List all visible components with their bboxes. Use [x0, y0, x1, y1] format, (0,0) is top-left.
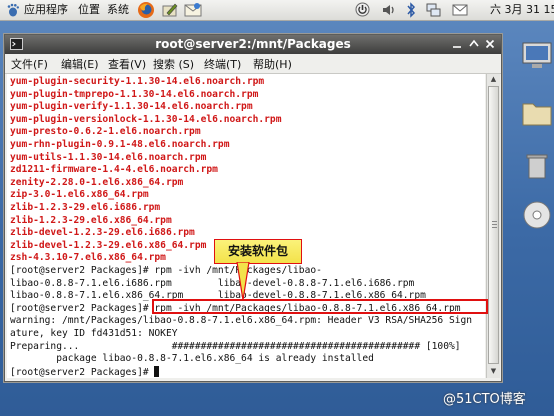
terminal-line: yum-plugin-versionlock-1.1.30-14.el6.noa… — [10, 113, 282, 125]
terminal-line: zenity-2.28.0-1.el6.x86_64.rpm — [10, 176, 184, 188]
desktop-folder-icon[interactable] — [520, 98, 554, 132]
desktop-disc-icon[interactable] — [520, 198, 554, 236]
terminal-line: [root@server2 Packages]# rpm -ivh /mnt/P… — [10, 265, 322, 276]
terminal-cursor — [154, 365, 160, 377]
foot-icon[interactable] — [6, 3, 20, 20]
terminal-line: warning: /mnt/Packages/libao-0.8.8-7.1.e… — [10, 315, 473, 327]
menu-view[interactable]: 查看(V) — [108, 56, 146, 72]
top-panel: 应用程序 位置 系统 六 3月 31 15 — [0, 0, 554, 21]
terminal-line: yum-plugin-security-1.1.30-14.el6.noarch… — [10, 76, 265, 87]
terminal-window: root@server2:/mnt/Packages 文件(F) 编辑(E) 查… — [4, 34, 502, 382]
terminal-line: yum-presto-0.6.2-1.el6.noarch.rpm — [10, 126, 201, 138]
terminal-line: package libao-0.8.8-7.1.el6.x86_64 is al… — [10, 353, 374, 365]
maximize-icon[interactable] — [468, 38, 480, 50]
window-titlebar[interactable]: root@server2:/mnt/Packages — [5, 35, 501, 54]
panel-menu-applications[interactable]: 应用程序 — [24, 0, 68, 20]
terminal-line: zip-3.0-1.el6.x86_64.rpm — [10, 189, 149, 201]
panel-menu-places[interactable]: 位置 — [78, 0, 100, 20]
window-menubar: 文件(F) 编辑(E) 查看(V) 搜索 (S) 终端(T) 帮助(H) — [5, 54, 501, 74]
network-icon[interactable] — [425, 2, 441, 21]
terminal-line: yum-utils-1.1.30-14.el6.noarch.rpm — [10, 151, 207, 163]
window-title: root@server2:/mnt/Packages — [155, 37, 351, 51]
desktop-trash-icon[interactable] — [520, 150, 554, 184]
annotation-callout: 安装软件包 — [214, 239, 302, 264]
menu-edit[interactable]: 编辑(E) — [61, 56, 99, 72]
terminal-line: zd1211-firmware-1.4-4.el6.noarch.rpm — [10, 164, 218, 176]
command-highlight-box — [152, 299, 488, 314]
mail-icon[interactable] — [184, 2, 202, 21]
mail-tray-icon[interactable] — [452, 3, 468, 20]
close-icon[interactable] — [484, 38, 496, 50]
panel-clock[interactable]: 六 3月 31 15 — [490, 0, 554, 20]
menu-file[interactable]: 文件(F) — [11, 56, 48, 72]
menu-search[interactable]: 搜索 (S) — [153, 56, 194, 72]
terminal-line: zlib-1.2.3-29.el6.i686.rpm — [10, 202, 161, 213]
terminal-scrollbar[interactable]: ▲ ▼ — [486, 74, 500, 378]
terminal-line: zlib-1.2.3-29.el6.x86_64.rpm — [10, 214, 172, 226]
bluetooth-icon[interactable] — [405, 2, 417, 21]
minimize-icon[interactable] — [451, 38, 463, 50]
desktop-computer-icon[interactable] — [520, 40, 554, 76]
terminal-line: zlib-devel-1.2.3-29.el6.i686.rpm — [10, 227, 195, 239]
terminal-output[interactable]: yum-plugin-security-1.1.30-14.el6.noarch… — [7, 74, 485, 378]
terminal-line: yum-plugin-tmprepo-1.1.30-14.el6.noarch.… — [10, 88, 259, 100]
terminal-line: Preparing... ###########################… — [10, 340, 461, 352]
watermark: @51CTO博客 — [443, 392, 526, 407]
terminal-line: [root@server2 Packages]# — [10, 365, 160, 378]
terminal-line: yum-rhn-plugin-0.9.1-48.el6.noarch.rpm — [10, 139, 230, 150]
power-icon[interactable] — [355, 2, 370, 20]
terminal-line: zlib-devel-1.2.3-29.el6.x86_64.rpm — [10, 239, 207, 251]
menu-help[interactable]: 帮助(H) — [253, 56, 292, 72]
firefox-icon[interactable] — [137, 1, 155, 22]
menu-terminal[interactable]: 终端(T) — [204, 56, 241, 72]
terminal-line: libao-0.8.8-7.1.el6.i686.rpm libao-devel… — [10, 277, 415, 289]
edit-icon[interactable] — [161, 1, 179, 22]
terminal-line: zsh-4.3.10-7.el6.x86_64.rpm — [10, 252, 166, 264]
callout-pointer — [236, 262, 250, 300]
panel-menu-system[interactable]: 系统 — [107, 0, 129, 20]
scroll-down-icon[interactable]: ▼ — [489, 367, 498, 376]
terminal-line: yum-plugin-verify-1.1.30-14.el6.noarch.r… — [10, 101, 253, 113]
speaker-icon[interactable] — [381, 3, 397, 20]
scroll-up-icon[interactable]: ▲ — [489, 75, 498, 84]
terminal-line: ature, key ID fd431d51: NOKEY — [10, 328, 178, 339]
scrollbar-thumb[interactable] — [488, 86, 499, 364]
